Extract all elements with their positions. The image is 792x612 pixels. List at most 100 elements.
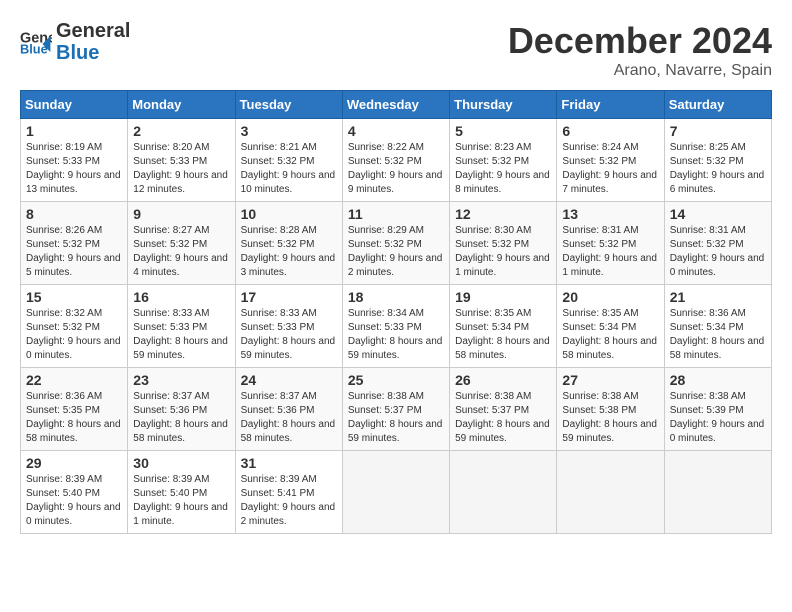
day-number: 14	[670, 206, 766, 222]
day-info: Sunrise: 8:27 AMSunset: 5:32 PMDaylight:…	[133, 225, 228, 278]
calendar-day-cell: 29 Sunrise: 8:39 AMSunset: 5:40 PMDaylig…	[21, 451, 128, 534]
calendar-day-cell: 14 Sunrise: 8:31 AMSunset: 5:32 PMDaylig…	[664, 202, 771, 285]
calendar-day-cell: 7 Sunrise: 8:25 AMSunset: 5:32 PMDayligh…	[664, 119, 771, 202]
day-info: Sunrise: 8:21 AMSunset: 5:32 PMDaylight:…	[241, 142, 336, 195]
day-number: 26	[455, 372, 551, 388]
day-info: Sunrise: 8:38 AMSunset: 5:37 PMDaylight:…	[348, 391, 443, 444]
calendar-week-row: 1 Sunrise: 8:19 AMSunset: 5:33 PMDayligh…	[21, 119, 772, 202]
day-number: 29	[26, 455, 122, 471]
logo-icon: General Blue	[20, 28, 52, 56]
calendar-day-cell: 19 Sunrise: 8:35 AMSunset: 5:34 PMDaylig…	[450, 285, 557, 368]
day-info: Sunrise: 8:39 AMSunset: 5:40 PMDaylight:…	[133, 474, 228, 527]
calendar-table: SundayMondayTuesdayWednesdayThursdayFrid…	[20, 90, 772, 534]
day-number: 30	[133, 455, 229, 471]
day-number: 6	[562, 123, 658, 139]
calendar-day-cell: 31 Sunrise: 8:39 AMSunset: 5:41 PMDaylig…	[235, 451, 342, 534]
calendar-day-cell: 28 Sunrise: 8:38 AMSunset: 5:39 PMDaylig…	[664, 368, 771, 451]
page-header: General Blue General Blue December 2024 …	[20, 20, 772, 80]
day-number: 17	[241, 289, 337, 305]
calendar-week-row: 15 Sunrise: 8:32 AMSunset: 5:32 PMDaylig…	[21, 285, 772, 368]
calendar-day-cell: 2 Sunrise: 8:20 AMSunset: 5:33 PMDayligh…	[128, 119, 235, 202]
day-number: 19	[455, 289, 551, 305]
calendar-day-cell: 18 Sunrise: 8:34 AMSunset: 5:33 PMDaylig…	[342, 285, 449, 368]
day-number: 24	[241, 372, 337, 388]
calendar-day-cell: 4 Sunrise: 8:22 AMSunset: 5:32 PMDayligh…	[342, 119, 449, 202]
logo-blue-text: Blue	[56, 42, 130, 64]
calendar-day-cell: 10 Sunrise: 8:28 AMSunset: 5:32 PMDaylig…	[235, 202, 342, 285]
day-number: 10	[241, 206, 337, 222]
day-number: 22	[26, 372, 122, 388]
day-number: 12	[455, 206, 551, 222]
calendar-day-header: Sunday	[21, 91, 128, 119]
month-title: December 2024	[508, 20, 772, 62]
calendar-week-row: 29 Sunrise: 8:39 AMSunset: 5:40 PMDaylig…	[21, 451, 772, 534]
svg-text:Blue: Blue	[20, 42, 48, 56]
calendar-day-cell: 16 Sunrise: 8:33 AMSunset: 5:33 PMDaylig…	[128, 285, 235, 368]
calendar-day-cell	[664, 451, 771, 534]
day-info: Sunrise: 8:39 AMSunset: 5:40 PMDaylight:…	[26, 474, 121, 527]
calendar-day-cell: 12 Sunrise: 8:30 AMSunset: 5:32 PMDaylig…	[450, 202, 557, 285]
calendar-day-cell: 13 Sunrise: 8:31 AMSunset: 5:32 PMDaylig…	[557, 202, 664, 285]
day-number: 7	[670, 123, 766, 139]
calendar-day-cell: 23 Sunrise: 8:37 AMSunset: 5:36 PMDaylig…	[128, 368, 235, 451]
day-number: 27	[562, 372, 658, 388]
day-info: Sunrise: 8:36 AMSunset: 5:35 PMDaylight:…	[26, 391, 121, 444]
day-info: Sunrise: 8:38 AMSunset: 5:39 PMDaylight:…	[670, 391, 765, 444]
day-info: Sunrise: 8:20 AMSunset: 5:33 PMDaylight:…	[133, 142, 228, 195]
day-number: 15	[26, 289, 122, 305]
calendar-day-cell: 3 Sunrise: 8:21 AMSunset: 5:32 PMDayligh…	[235, 119, 342, 202]
day-info: Sunrise: 8:38 AMSunset: 5:38 PMDaylight:…	[562, 391, 657, 444]
day-number: 3	[241, 123, 337, 139]
calendar-day-header: Friday	[557, 91, 664, 119]
calendar-day-cell: 21 Sunrise: 8:36 AMSunset: 5:34 PMDaylig…	[664, 285, 771, 368]
calendar-day-cell	[557, 451, 664, 534]
day-info: Sunrise: 8:36 AMSunset: 5:34 PMDaylight:…	[670, 308, 765, 361]
calendar-day-cell: 27 Sunrise: 8:38 AMSunset: 5:38 PMDaylig…	[557, 368, 664, 451]
logo: General Blue General Blue	[20, 20, 130, 64]
calendar-day-header: Wednesday	[342, 91, 449, 119]
day-number: 23	[133, 372, 229, 388]
calendar-day-cell: 25 Sunrise: 8:38 AMSunset: 5:37 PMDaylig…	[342, 368, 449, 451]
day-info: Sunrise: 8:32 AMSunset: 5:32 PMDaylight:…	[26, 308, 121, 361]
day-number: 31	[241, 455, 337, 471]
calendar-day-cell	[450, 451, 557, 534]
day-info: Sunrise: 8:31 AMSunset: 5:32 PMDaylight:…	[562, 225, 657, 278]
calendar-day-cell: 17 Sunrise: 8:33 AMSunset: 5:33 PMDaylig…	[235, 285, 342, 368]
day-info: Sunrise: 8:33 AMSunset: 5:33 PMDaylight:…	[241, 308, 336, 361]
calendar-day-cell: 22 Sunrise: 8:36 AMSunset: 5:35 PMDaylig…	[21, 368, 128, 451]
day-info: Sunrise: 8:25 AMSunset: 5:32 PMDaylight:…	[670, 142, 765, 195]
day-info: Sunrise: 8:34 AMSunset: 5:33 PMDaylight:…	[348, 308, 443, 361]
calendar-day-cell: 30 Sunrise: 8:39 AMSunset: 5:40 PMDaylig…	[128, 451, 235, 534]
day-number: 9	[133, 206, 229, 222]
day-info: Sunrise: 8:19 AMSunset: 5:33 PMDaylight:…	[26, 142, 121, 195]
day-number: 5	[455, 123, 551, 139]
title-block: December 2024 Arano, Navarre, Spain	[508, 20, 772, 80]
calendar-day-cell: 26 Sunrise: 8:38 AMSunset: 5:37 PMDaylig…	[450, 368, 557, 451]
day-number: 8	[26, 206, 122, 222]
calendar-day-cell: 15 Sunrise: 8:32 AMSunset: 5:32 PMDaylig…	[21, 285, 128, 368]
calendar-day-cell: 11 Sunrise: 8:29 AMSunset: 5:32 PMDaylig…	[342, 202, 449, 285]
day-info: Sunrise: 8:35 AMSunset: 5:34 PMDaylight:…	[455, 308, 550, 361]
calendar-day-header: Thursday	[450, 91, 557, 119]
day-info: Sunrise: 8:30 AMSunset: 5:32 PMDaylight:…	[455, 225, 550, 278]
day-info: Sunrise: 8:26 AMSunset: 5:32 PMDaylight:…	[26, 225, 121, 278]
day-info: Sunrise: 8:35 AMSunset: 5:34 PMDaylight:…	[562, 308, 657, 361]
day-info: Sunrise: 8:24 AMSunset: 5:32 PMDaylight:…	[562, 142, 657, 195]
calendar-day-cell: 24 Sunrise: 8:37 AMSunset: 5:36 PMDaylig…	[235, 368, 342, 451]
day-number: 16	[133, 289, 229, 305]
day-info: Sunrise: 8:31 AMSunset: 5:32 PMDaylight:…	[670, 225, 765, 278]
calendar-header-row: SundayMondayTuesdayWednesdayThursdayFrid…	[21, 91, 772, 119]
calendar-day-cell: 9 Sunrise: 8:27 AMSunset: 5:32 PMDayligh…	[128, 202, 235, 285]
calendar-week-row: 22 Sunrise: 8:36 AMSunset: 5:35 PMDaylig…	[21, 368, 772, 451]
calendar-day-cell: 5 Sunrise: 8:23 AMSunset: 5:32 PMDayligh…	[450, 119, 557, 202]
day-info: Sunrise: 8:29 AMSunset: 5:32 PMDaylight:…	[348, 225, 443, 278]
day-number: 21	[670, 289, 766, 305]
day-number: 4	[348, 123, 444, 139]
day-number: 28	[670, 372, 766, 388]
calendar-day-header: Monday	[128, 91, 235, 119]
day-number: 20	[562, 289, 658, 305]
calendar-day-cell: 20 Sunrise: 8:35 AMSunset: 5:34 PMDaylig…	[557, 285, 664, 368]
calendar-day-cell: 6 Sunrise: 8:24 AMSunset: 5:32 PMDayligh…	[557, 119, 664, 202]
day-number: 2	[133, 123, 229, 139]
location-title: Arano, Navarre, Spain	[508, 62, 772, 80]
